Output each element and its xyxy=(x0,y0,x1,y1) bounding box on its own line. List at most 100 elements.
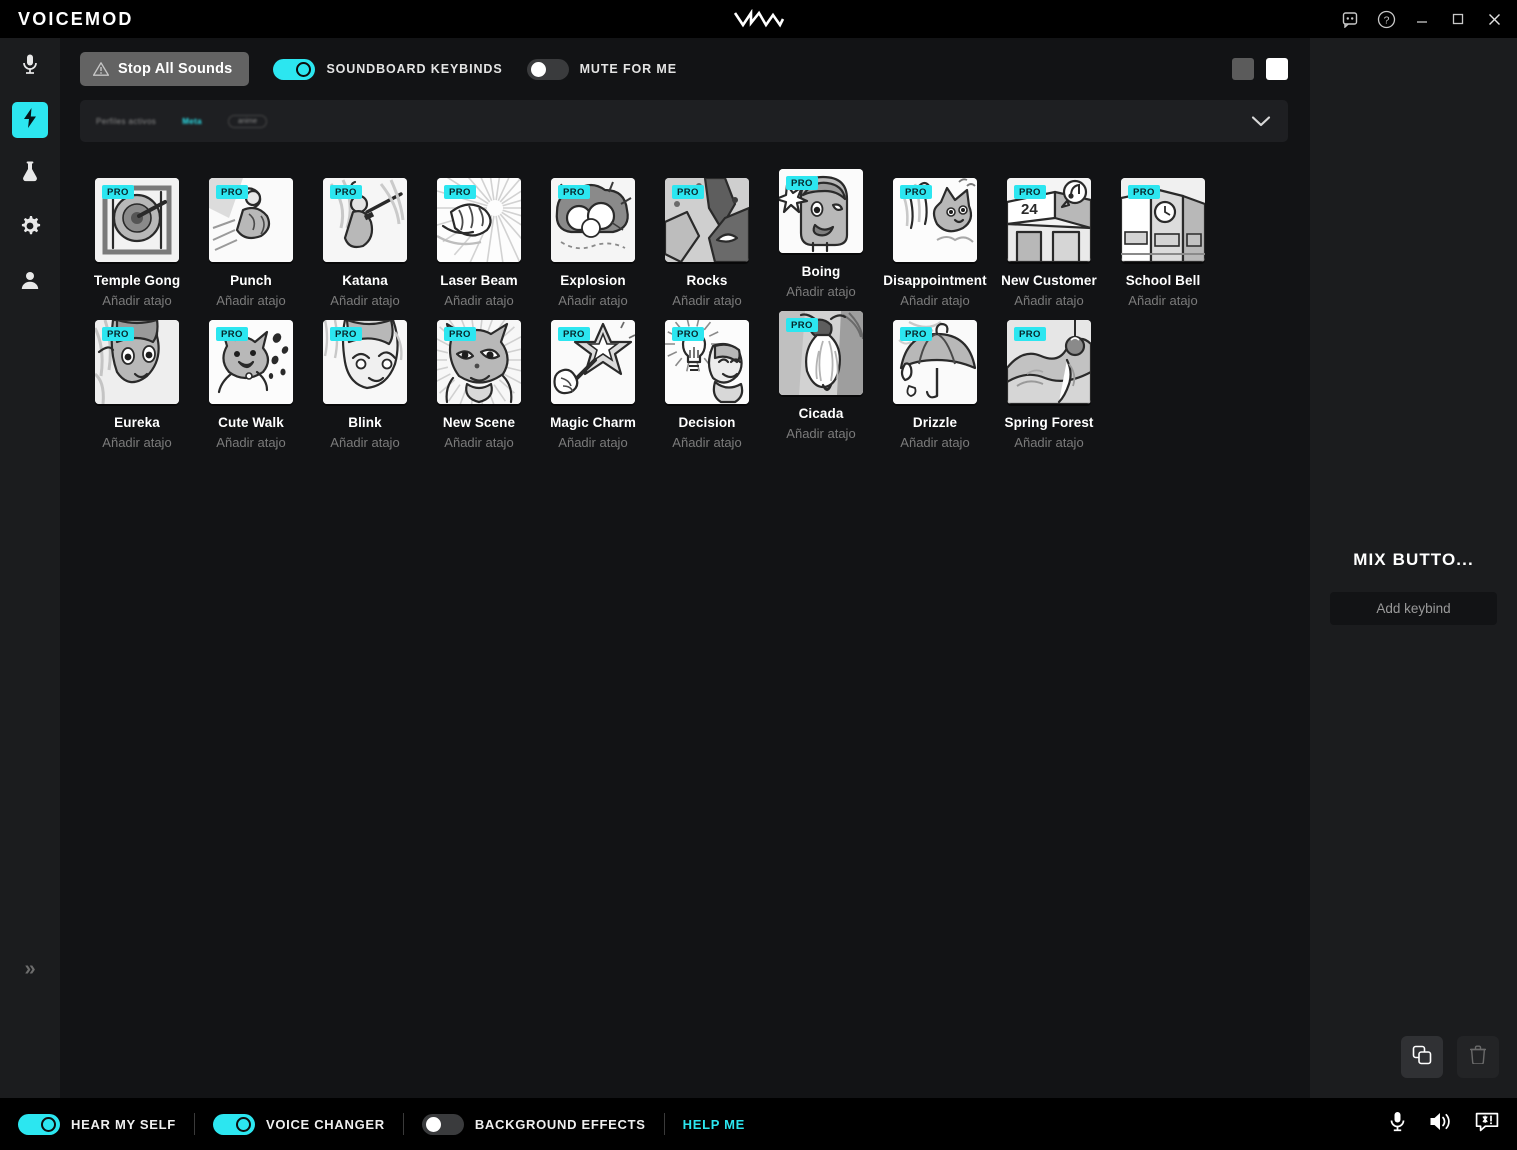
sound-tile[interactable]: PRONew SceneAñadir atajo xyxy=(422,308,536,450)
background-effects-toggle[interactable] xyxy=(422,1114,464,1135)
sound-tile[interactable]: PROExplosionAñadir atajo xyxy=(536,166,650,308)
add-shortcut-label[interactable]: Añadir atajo xyxy=(786,284,855,299)
sidebar-item-settings[interactable] xyxy=(12,210,48,246)
sound-thumbnail[interactable]: PRO xyxy=(551,178,635,262)
sidebar-item-profile[interactable] xyxy=(12,264,48,300)
sound-tile[interactable]: PROCicadaAñadir atajo xyxy=(764,308,878,450)
add-shortcut-label[interactable]: Añadir atajo xyxy=(216,435,285,450)
sound-tile[interactable]: PRO Disappointment Añadir atajo xyxy=(878,166,992,308)
sound-tile[interactable]: PRO Rocks Añadir atajo xyxy=(650,166,764,308)
add-shortcut-label[interactable]: Añadir atajo xyxy=(216,293,285,308)
sidebar-item-voicelab[interactable] xyxy=(12,156,48,192)
sound-tile[interactable]: PROTemple GongAñadir atajo xyxy=(80,166,194,308)
profile-search-bar[interactable]: Perfiles activos Meta anime xyxy=(80,100,1288,142)
add-shortcut-label[interactable]: Añadir atajo xyxy=(330,435,399,450)
mute-for-me-toggle[interactable] xyxy=(527,59,569,80)
sound-thumbnail[interactable]: PRO xyxy=(437,320,521,404)
duplicate-button[interactable] xyxy=(1401,1036,1443,1078)
sound-thumbnail[interactable]: 24PRO xyxy=(1007,178,1091,262)
chevron-double-right-icon: » xyxy=(24,958,35,981)
sidebar-collapse-toggle[interactable]: » xyxy=(13,952,47,986)
add-shortcut-label[interactable]: Añadir atajo xyxy=(900,435,969,450)
close-icon[interactable] xyxy=(1477,0,1511,38)
add-shortcut-label[interactable]: Añadir atajo xyxy=(330,293,399,308)
sidebar-item-voice[interactable] xyxy=(12,48,48,84)
sound-thumbnail[interactable]: PRO xyxy=(323,320,407,404)
add-shortcut-label[interactable]: Añadir atajo xyxy=(102,293,171,308)
add-shortcut-label[interactable]: Añadir atajo xyxy=(444,293,513,308)
sound-tile[interactable]: PRO Boing Añadir atajo xyxy=(764,166,878,308)
add-shortcut-label[interactable]: Añadir atajo xyxy=(558,293,627,308)
chevron-down-icon[interactable] xyxy=(1250,114,1272,128)
sound-name: Disappointment xyxy=(883,273,986,288)
sidebar-item-soundboard[interactable] xyxy=(12,102,48,138)
add-keybind-button[interactable]: Add keybind xyxy=(1330,592,1497,625)
hear-myself-toggle[interactable] xyxy=(18,1114,60,1135)
sound-tile[interactable]: PRODrizzleAñadir atajo xyxy=(878,308,992,450)
add-keybind-label: Add keybind xyxy=(1376,601,1450,616)
sound-thumbnail[interactable]: PRO xyxy=(209,320,293,404)
sound-thumbnail[interactable]: PRO xyxy=(665,320,749,404)
sound-thumbnail[interactable]: PRO xyxy=(779,169,863,253)
sound-thumbnail[interactable]: PRO xyxy=(95,178,179,262)
sound-thumbnail[interactable]: PRO xyxy=(1121,178,1205,262)
sound-thumbnail[interactable]: PRO xyxy=(893,178,977,262)
sound-thumbnail[interactable]: PRO xyxy=(893,320,977,404)
stop-all-sounds-button[interactable]: Stop All Sounds xyxy=(80,52,249,86)
sound-tile[interactable]: PROMagic CharmAñadir atajo xyxy=(536,308,650,450)
help-me-link[interactable]: HELP ME xyxy=(683,1117,745,1132)
add-shortcut-label[interactable]: Añadir atajo xyxy=(102,435,171,450)
sound-name: Boing xyxy=(802,264,841,279)
sound-tile[interactable]: PROSchool BellAñadir atajo xyxy=(1106,166,1220,308)
sound-tile[interactable]: PROKatanaAñadir atajo xyxy=(308,166,422,308)
sound-tile[interactable]: PROCute WalkAñadir atajo xyxy=(194,308,308,450)
sound-thumbnail[interactable]: PRO xyxy=(437,178,521,262)
view-mode-compact[interactable] xyxy=(1232,58,1254,80)
view-mode-grid[interactable] xyxy=(1266,58,1288,80)
discord-icon[interactable] xyxy=(1333,0,1367,38)
pro-badge: PRO xyxy=(786,318,818,332)
help-icon[interactable]: ? xyxy=(1369,0,1403,38)
pro-badge: PRO xyxy=(900,185,932,199)
sound-thumbnail[interactable]: PRO xyxy=(1007,320,1091,404)
sound-tile[interactable]: PROBlinkAñadir atajo xyxy=(308,308,422,450)
microphone-icon xyxy=(20,53,40,80)
flask-icon xyxy=(20,161,40,188)
minimize-icon[interactable] xyxy=(1405,0,1439,38)
add-shortcut-label[interactable]: Añadir atajo xyxy=(672,293,741,308)
microphone-icon[interactable] xyxy=(1388,1111,1407,1137)
add-shortcut-label[interactable]: Añadir atajo xyxy=(672,435,741,450)
sound-tile[interactable]: PROPunchAñadir atajo xyxy=(194,166,308,308)
add-shortcut-label[interactable]: Añadir atajo xyxy=(558,435,627,450)
pro-badge: PRO xyxy=(216,185,248,199)
sound-thumbnail[interactable]: PRO xyxy=(665,178,749,262)
sound-thumbnail[interactable]: PRO xyxy=(779,311,863,395)
add-shortcut-label[interactable]: Añadir atajo xyxy=(900,293,969,308)
sound-thumbnail[interactable]: PRO xyxy=(551,320,635,404)
soundboard-alert-icon[interactable] xyxy=(1475,1111,1499,1137)
sound-name: Rocks xyxy=(686,273,727,288)
sound-tile[interactable]: PROSpring ForestAñadir atajo xyxy=(992,308,1106,450)
bottom-bar: HEAR MY SELF VOICE CHANGER BACKGROUND EF… xyxy=(0,1098,1517,1150)
sound-tile[interactable]: PRODecisionAñadir atajo xyxy=(650,308,764,450)
sound-tile[interactable]: PRO Laser Beam Añadir atajo xyxy=(422,166,536,308)
sound-tile[interactable]: PROEurekaAñadir atajo xyxy=(80,308,194,450)
soundboard-keybinds-toggle[interactable] xyxy=(273,59,315,80)
voice-changer-group: VOICE CHANGER xyxy=(213,1114,385,1135)
add-shortcut-label[interactable]: Añadir atajo xyxy=(1128,293,1197,308)
add-shortcut-label[interactable]: Añadir atajo xyxy=(1014,293,1083,308)
speaker-icon[interactable] xyxy=(1429,1111,1453,1137)
add-shortcut-label[interactable]: Añadir atajo xyxy=(786,426,855,441)
divider xyxy=(194,1113,195,1135)
delete-button[interactable] xyxy=(1457,1036,1499,1078)
voice-changer-toggle[interactable] xyxy=(213,1114,255,1135)
sound-tile[interactable]: 24PRONew CustomerAñadir atajo xyxy=(992,166,1106,308)
maximize-icon[interactable] xyxy=(1441,0,1475,38)
sound-name: Laser Beam xyxy=(440,273,518,288)
sound-thumbnail[interactable]: PRO xyxy=(323,178,407,262)
add-shortcut-label[interactable]: Añadir atajo xyxy=(1014,435,1083,450)
add-shortcut-label[interactable]: Añadir atajo xyxy=(444,435,513,450)
main-content: Stop All Sounds SOUNDBOARD KEYBINDS MUTE… xyxy=(60,38,1310,1098)
sound-thumbnail[interactable]: PRO xyxy=(95,320,179,404)
sound-thumbnail[interactable]: PRO xyxy=(209,178,293,262)
